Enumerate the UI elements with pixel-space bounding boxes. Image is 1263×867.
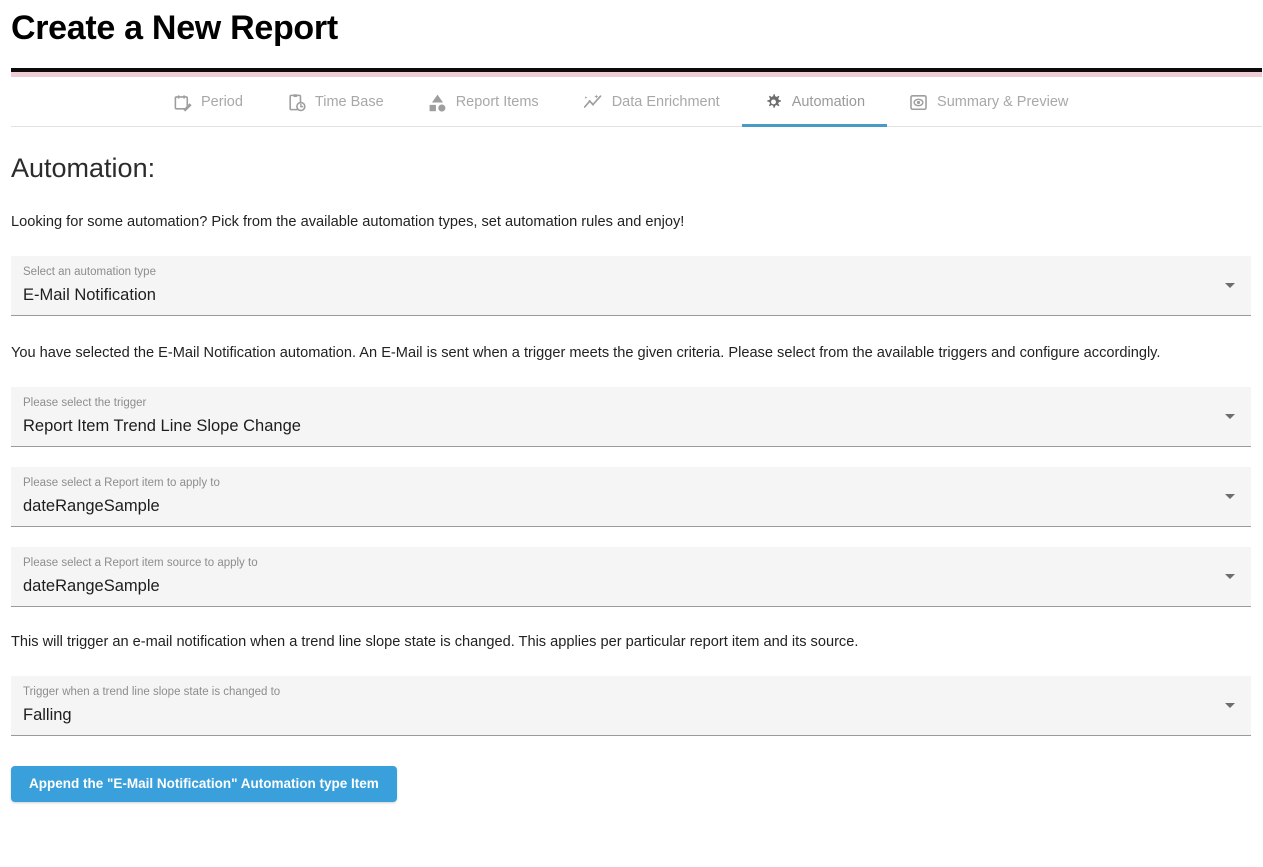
report-item-source-select[interactable]: Please select a Report item source to ap… — [11, 547, 1251, 607]
selection-paragraph: You have selected the E-Mail Notificatio… — [11, 345, 1161, 361]
tab-label: Time Base — [314, 94, 384, 110]
field-label: Please select a Report item source to ap… — [23, 557, 258, 569]
trigger-paragraph: This will trigger an e-mail notification… — [11, 634, 859, 650]
tab-data-enrichment[interactable]: Data Enrichment — [561, 77, 742, 127]
chevron-down-icon[interactable] — [1225, 283, 1235, 288]
chevron-down-icon[interactable] — [1225, 494, 1235, 499]
header-divider — [11, 68, 1262, 77]
field-value: dateRangeSample — [23, 497, 160, 515]
tab-label: Report Items — [455, 94, 539, 110]
trigger-select[interactable]: Please select the trigger Report Item Tr… — [11, 387, 1251, 447]
wizard-tabbar: Period Time Base Report Items Data Enric… — [11, 77, 1262, 127]
automation-type-select[interactable]: Select an automation type E-Mail Notific… — [11, 256, 1251, 316]
tab-report-items[interactable]: Report Items — [406, 77, 561, 127]
field-label: Trigger when a trend line slope state is… — [23, 686, 281, 698]
field-label: Please select a Report item to apply to — [23, 477, 220, 489]
tab-automation[interactable]: Automation — [741, 77, 888, 127]
field-label: Please select the trigger — [23, 397, 147, 409]
tab-label: Automation — [791, 94, 866, 110]
shapes-icon — [428, 93, 447, 112]
automation-panel: Automation: Looking for some automation?… — [0, 151, 1263, 802]
append-automation-button[interactable]: Append the "E-Mail Notification" Automat… — [11, 766, 397, 802]
chevron-down-icon[interactable] — [1225, 574, 1235, 579]
intro-paragraph: Looking for some automation? Pick from t… — [11, 214, 685, 230]
field-value: E-Mail Notification — [23, 286, 156, 304]
field-value: Report Item Trend Line Slope Change — [23, 417, 301, 435]
clipboard-clock-icon — [287, 93, 306, 112]
calendar-edit-icon — [173, 93, 192, 112]
eye-preview-icon — [909, 93, 928, 112]
tab-summary-preview[interactable]: Summary & Preview — [887, 77, 1090, 127]
tab-period[interactable]: Period — [151, 77, 265, 127]
slope-state-select[interactable]: Trigger when a trend line slope state is… — [11, 676, 1251, 736]
gear-icon — [764, 93, 783, 112]
tab-label: Data Enrichment — [611, 94, 720, 110]
field-value: Falling — [23, 706, 72, 724]
tab-time-base[interactable]: Time Base — [265, 77, 406, 127]
page-title: Create a New Report — [11, 9, 338, 47]
report-item-select[interactable]: Please select a Report item to apply to … — [11, 467, 1251, 527]
field-value: dateRangeSample — [23, 577, 160, 595]
section-heading: Automation: — [11, 153, 156, 183]
field-label: Select an automation type — [23, 266, 156, 278]
tab-label: Summary & Preview — [937, 94, 1069, 110]
trend-sparkle-icon — [583, 92, 603, 112]
tab-label: Period — [201, 94, 243, 110]
chevron-down-icon[interactable] — [1225, 703, 1235, 708]
chevron-down-icon[interactable] — [1225, 414, 1235, 419]
